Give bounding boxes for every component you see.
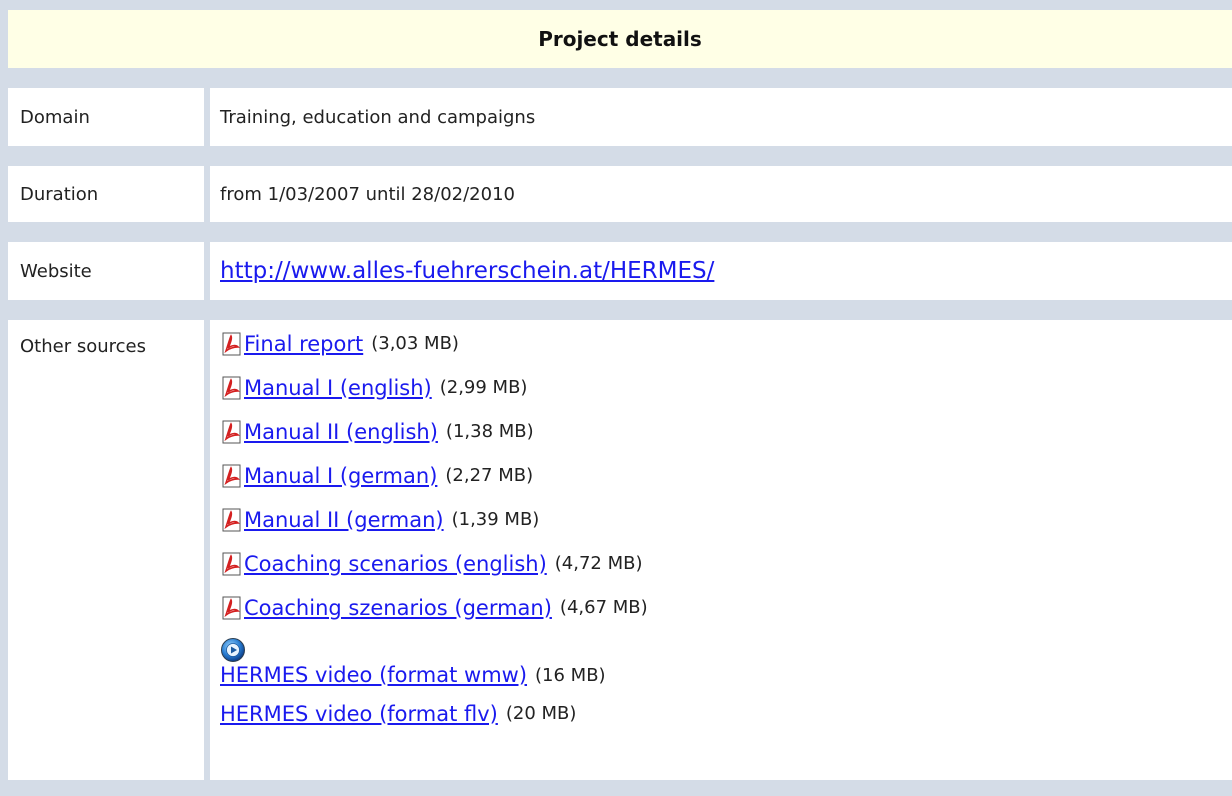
source-link[interactable]: Manual I (german): [244, 465, 437, 487]
domain-label: Domain: [8, 88, 204, 146]
video-entry: HERMES video (format wmw) (16 MB): [220, 637, 606, 686]
file-size: (3,03 MB): [371, 333, 459, 354]
source-link[interactable]: Final report: [244, 333, 363, 355]
source-link[interactable]: Manual II (english): [244, 421, 438, 443]
row-domain: Domain Training, education and campaigns: [8, 88, 1232, 146]
source-item-manual-2-english: Manual II (english) (1,38 MB): [220, 410, 1232, 454]
file-size: (1,38 MB): [445, 421, 534, 442]
source-link[interactable]: Coaching szenarios (german): [244, 597, 552, 619]
pdf-icon: [222, 464, 241, 488]
source-item-manual-1-german: Manual I (german) (2,27 MB): [220, 454, 1232, 498]
pdf-icon: [222, 596, 241, 620]
pdf-icon: [222, 376, 241, 400]
website-label: Website: [8, 242, 204, 300]
file-size: (2,99 MB): [439, 377, 528, 398]
project-details-table: Project details Domain Training, educati…: [0, 0, 1232, 796]
pdf-icon: [222, 552, 241, 576]
source-item-video-flv: HERMES video (format flv) (20 MB): [220, 692, 1232, 736]
row-duration: Duration from 1/03/2007 until 28/02/2010: [8, 166, 1232, 222]
source-item-video-wmw: HERMES video (format wmw) (16 MB): [220, 630, 1232, 692]
top-spacer: [8, 0, 1232, 10]
media-player-icon: [221, 638, 245, 662]
file-size: (4,67 MB): [559, 597, 648, 618]
source-link[interactable]: Manual I (english): [244, 377, 432, 399]
pdf-icon: [222, 508, 241, 532]
file-size: (1,39 MB): [451, 509, 540, 530]
source-item-manual-2-german: Manual II (german) (1,39 MB): [220, 498, 1232, 542]
source-item-coaching-english: Coaching scenarios (english) (4,72 MB): [220, 542, 1232, 586]
other-sources-list: Final report (3,03 MB) Manual I (english…: [210, 320, 1232, 780]
source-link[interactable]: Coaching scenarios (english): [244, 553, 547, 575]
file-size: (4,72 MB): [554, 553, 643, 574]
source-link[interactable]: HERMES video (format wmw): [220, 665, 527, 686]
file-size: (20 MB): [505, 703, 577, 724]
website-value: http://www.alles-fuehrerschein.at/HERMES…: [210, 242, 1232, 300]
source-item-coaching-german: Coaching szenarios (german) (4,67 MB): [220, 586, 1232, 630]
table-header: Project details: [8, 10, 1232, 68]
source-link[interactable]: Manual II (german): [244, 509, 444, 531]
website-link[interactable]: http://www.alles-fuehrerschein.at/HERMES…: [220, 258, 714, 284]
duration-value: from 1/03/2007 until 28/02/2010: [210, 166, 1232, 222]
row-separator: [8, 146, 1232, 166]
duration-label: Duration: [8, 166, 204, 222]
row-separator: [8, 68, 1232, 88]
file-size: (2,27 MB): [445, 465, 534, 486]
source-link[interactable]: HERMES video (format flv): [220, 703, 498, 725]
domain-value: Training, education and campaigns: [210, 88, 1232, 146]
row-other-sources: Other sources Final report (3,03 MB) Man…: [8, 320, 1232, 780]
other-sources-label: Other sources: [8, 320, 204, 780]
pdf-icon: [222, 332, 241, 356]
source-item-manual-1-english: Manual I (english) (2,99 MB): [220, 366, 1232, 410]
file-size: (16 MB): [535, 664, 606, 686]
source-item-final-report: Final report (3,03 MB): [220, 322, 1232, 366]
row-separator: [8, 300, 1232, 320]
header-title: Project details: [538, 27, 702, 51]
pdf-icon: [222, 420, 241, 444]
row-website: Website http://www.alles-fuehrerschein.a…: [8, 242, 1232, 300]
row-separator: [8, 222, 1232, 242]
